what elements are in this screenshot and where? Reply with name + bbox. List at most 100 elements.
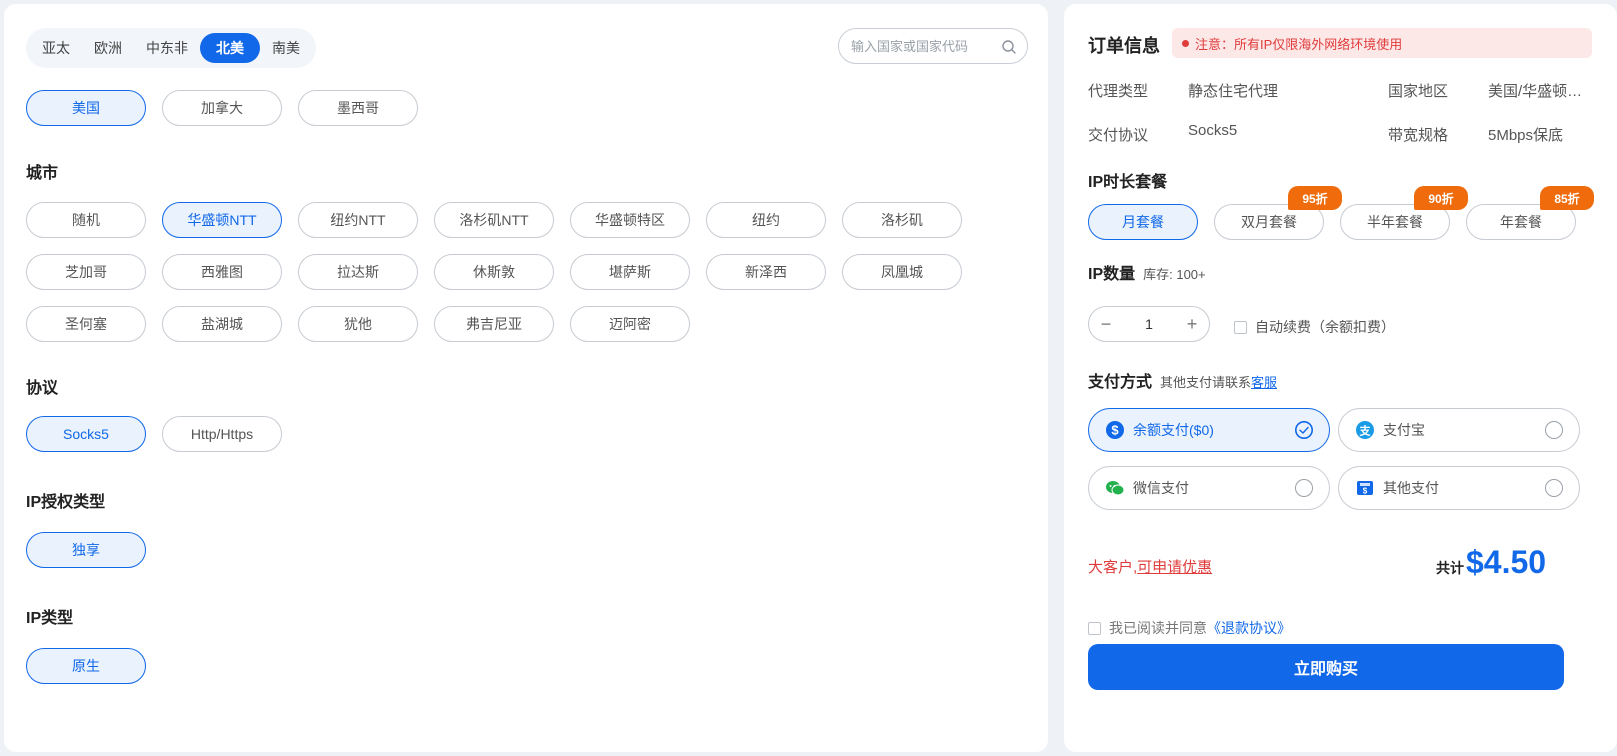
city-san-jose[interactable]: 圣何塞 [26, 306, 146, 342]
city-seattle[interactable]: 西雅图 [162, 254, 282, 290]
city-chicago[interactable]: 芝加哥 [26, 254, 146, 290]
city-row-3: 圣何塞 盐湖城 犹他 弗吉尼亚 迈阿密 [26, 306, 690, 342]
tab-north-america[interactable]: 北美 [200, 33, 260, 63]
auto-renew-checkbox[interactable] [1234, 320, 1247, 334]
promo: 大客户,可申请优惠 [1088, 556, 1212, 577]
country-search-input[interactable] [851, 29, 991, 63]
pay-wechat-label: 微信支付 [1133, 480, 1189, 496]
city-row-2: 芝加哥 西雅图 拉达斯 休斯敦 堪萨斯 新泽西 凤凰城 [26, 254, 962, 290]
proxy-type-value: 静态住宅代理 [1188, 83, 1279, 100]
auth-exclusive[interactable]: 独享 [26, 532, 146, 568]
region-value: 美国/华盛顿NTT [1488, 83, 1592, 100]
auto-renew-label: 自动续费（余额扣费） [1255, 319, 1395, 335]
quantity-title: IP数量 [1088, 266, 1136, 283]
wechat-radio[interactable] [1295, 479, 1313, 497]
payment-note: 其他支付请联系客服 [1160, 372, 1277, 391]
pay-wechat-option[interactable]: 微信支付 [1088, 466, 1330, 510]
total-price: 共计 $4.50 [1436, 544, 1546, 581]
city-salt-lake-city[interactable]: 盐湖城 [162, 306, 282, 342]
auth-options: 独享 [26, 532, 146, 568]
iptype-options: 原生 [26, 648, 146, 684]
city-virginia[interactable]: 弗吉尼亚 [434, 306, 554, 342]
alipay-radio[interactable] [1545, 421, 1563, 439]
search-icon[interactable] [1001, 39, 1017, 55]
country-search [838, 28, 1028, 64]
minus-button[interactable]: − [1089, 307, 1123, 341]
city-losangeles-ntt[interactable]: 洛杉矶NTT [434, 202, 554, 238]
quantity-value[interactable]: 1 [1123, 316, 1175, 332]
city-random[interactable]: 随机 [26, 202, 146, 238]
other-radio[interactable] [1545, 479, 1563, 497]
iptype-title: IP类型 [26, 610, 74, 627]
city-new-jersey[interactable]: 新泽西 [706, 254, 826, 290]
stock-text: 库存: 100+ [1143, 267, 1206, 282]
delivery-value: Socks5 [1188, 122, 1238, 139]
package-title: IP时长套餐 [1088, 174, 1168, 191]
pay-other-label: 其他支付 [1383, 480, 1439, 496]
wechat-icon [1105, 478, 1125, 498]
city-title: 城市 [26, 165, 59, 182]
notice-text: 注意：所有IP仅限海外网络环境使用 [1195, 36, 1403, 52]
agreement-text: 我已阅读并同意《退款协议》 [1109, 618, 1291, 638]
agree-checkbox[interactable] [1088, 621, 1101, 635]
city-losangeles[interactable]: 洛杉矶 [842, 202, 962, 238]
city-kansas[interactable]: 堪萨斯 [570, 254, 690, 290]
protocol-title: 协议 [26, 380, 59, 397]
city-houston[interactable]: 休斯敦 [434, 254, 554, 290]
city-miami[interactable]: 迈阿密 [570, 306, 690, 342]
bandwidth-label: 带宽规格 [1388, 127, 1449, 144]
pay-other-option[interactable]: $ 其他支付 [1338, 466, 1580, 510]
delivery-label: 交付协议 [1088, 127, 1149, 144]
refund-policy-link[interactable]: 《退款协议》 [1207, 620, 1291, 636]
buy-now-button[interactable]: 立即购买 [1088, 644, 1564, 690]
country-us[interactable]: 美国 [26, 90, 146, 126]
customer-service-link[interactable]: 客服 [1251, 375, 1277, 390]
pay-balance-option[interactable]: $ 余额支付($0) [1088, 408, 1330, 452]
dollar-icon: $ [1105, 420, 1125, 440]
total-amount: $4.50 [1466, 544, 1547, 580]
iptype-native[interactable]: 原生 [26, 648, 146, 684]
plus-button[interactable]: + [1175, 307, 1209, 341]
country-mexico[interactable]: 墨西哥 [298, 90, 418, 126]
wallet-icon: $ [1355, 478, 1375, 498]
pay-alipay-option[interactable]: 支 支付宝 [1338, 408, 1580, 452]
country-canada[interactable]: 加拿大 [162, 90, 282, 126]
payment-title: 支付方式 [1088, 374, 1153, 391]
city-utah[interactable]: 犹他 [298, 306, 418, 342]
product-options-panel: 亚太 欧洲 中东非 北美 南美 美国 加拿大 墨西哥 城市 随机 华盛顿NTT … [4, 4, 1048, 752]
protocol-http[interactable]: Http/Https [162, 416, 282, 452]
notice-banner: 注意：所有IP仅限海外网络环境使用 [1172, 28, 1592, 58]
city-newyork[interactable]: 纽约 [706, 202, 826, 238]
check-circle-icon [1295, 421, 1313, 439]
warning-dot-icon [1182, 39, 1189, 47]
svg-text:$: $ [1363, 487, 1368, 496]
protocol-socks5[interactable]: Socks5 [26, 416, 146, 452]
alipay-icon: 支 [1355, 420, 1375, 440]
bandwidth-value: 5Mbps保底 [1488, 127, 1564, 144]
tab-europe[interactable]: 欧洲 [82, 33, 134, 63]
city-washington-ntt[interactable]: 华盛顿NTT [162, 202, 282, 238]
agreement-label: 我已阅读并同意 [1109, 620, 1207, 636]
auth-title: IP授权类型 [26, 494, 106, 511]
tab-south-america[interactable]: 南美 [260, 33, 312, 63]
discount-badge-95: 95折 [1288, 186, 1342, 210]
city-row-1: 随机 华盛顿NTT 纽约NTT 洛杉矶NTT 华盛顿特区 纽约 洛杉矶 [26, 202, 962, 238]
pay-alipay-label: 支付宝 [1383, 422, 1425, 438]
package-monthly[interactable]: 月套餐 [1088, 204, 1198, 240]
city-phoenix[interactable]: 凤凰城 [842, 254, 962, 290]
promo-prefix: 大客户, [1088, 559, 1138, 576]
tab-middle-east-africa[interactable]: 中东非 [134, 33, 200, 63]
city-dallas[interactable]: 拉达斯 [298, 254, 418, 290]
quantity-stepper: − 1 + [1088, 306, 1210, 342]
tab-asia-pacific[interactable]: 亚太 [30, 33, 82, 63]
order-title: 订单信息 [1088, 36, 1160, 56]
region-label: 国家地区 [1388, 83, 1449, 100]
order-panel: 订单信息 注意：所有IP仅限海外网络环境使用 代理类型 静态住宅代理 国家地区 … [1064, 4, 1617, 752]
city-newyork-ntt[interactable]: 纽约NTT [298, 202, 418, 238]
svg-text:支: 支 [1359, 424, 1372, 438]
proxy-type-label: 代理类型 [1088, 83, 1149, 100]
city-washington-dc[interactable]: 华盛顿特区 [570, 202, 690, 238]
pay-balance-label: 余额支付($0) [1133, 422, 1214, 438]
promo-link[interactable]: 可申请优惠 [1137, 559, 1212, 576]
region-tabs: 亚太 欧洲 中东非 北美 南美 [26, 28, 316, 68]
